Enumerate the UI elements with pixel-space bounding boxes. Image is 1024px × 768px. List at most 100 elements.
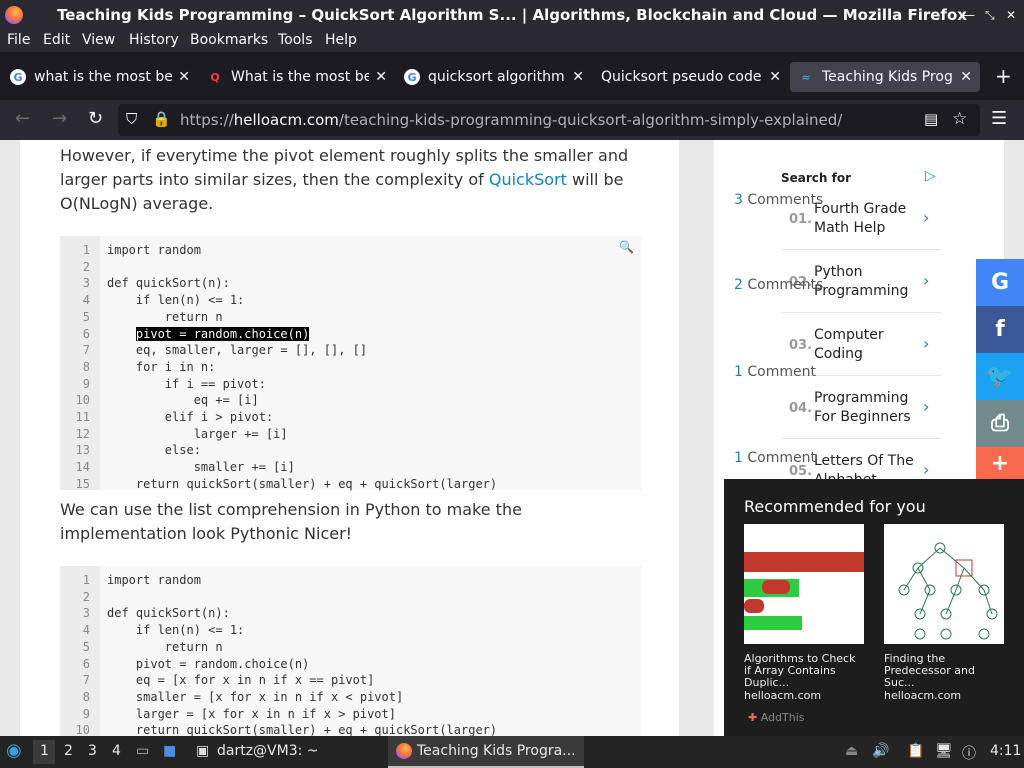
upload-icon[interactable]: ⏏ [845, 743, 858, 759]
close-window-icon[interactable]: ✕ [1006, 8, 1016, 22]
recommended-card-2[interactable]: Finding the Predecessor and Suc... hello… [884, 524, 1004, 702]
code-text: pivot = random.choice(n) [135, 326, 310, 341]
comment-count[interactable]: 3 Comments [734, 192, 823, 208]
code-text: import random [107, 573, 201, 587]
share-facebook-button[interactable]: f [976, 306, 1024, 353]
tab-3[interactable]: G quicksort algorithm f ✕ [404, 62, 584, 92]
clipboard-icon[interactable]: 📋 [907, 743, 924, 759]
code-text: if i == pivot: [107, 376, 266, 391]
card-thumbnail[interactable] [884, 524, 1004, 644]
forward-icon[interactable]: → [52, 108, 67, 129]
reader-view-icon[interactable]: ▤ [924, 110, 938, 128]
tab-2[interactable]: Q What is the most bea ✕ [207, 62, 387, 92]
menu-help[interactable]: Help [325, 32, 357, 48]
code-line: 14 smaller += [i] [60, 459, 295, 476]
clock[interactable]: 4:11 [990, 743, 1021, 759]
tab-5-active[interactable]: ≈ Teaching Kids Progra ✕ [790, 62, 980, 92]
sidebar-item-4[interactable]: 04. Programming For Beginners › [781, 379, 941, 439]
code-line: 2 [60, 259, 90, 276]
menu-file[interactable]: File [7, 32, 30, 48]
comment-count[interactable]: 1 Comment [734, 450, 816, 466]
window-titlebar: Teaching Kids Programming – QuickSort Al… [0, 0, 1024, 30]
card-title[interactable]: Finding the Predecessor and Suc... [884, 653, 1004, 689]
item-label: Programming For Beginners [814, 390, 911, 425]
close-tab-icon[interactable]: ✕ [178, 69, 190, 85]
paragraph-complexity: However, if everytime the pivot element … [60, 146, 629, 213]
close-tab-icon[interactable]: ✕ [769, 69, 781, 85]
display-icon[interactable]: 🖥 [935, 743, 953, 759]
google-icon: G [10, 69, 26, 85]
addthis-label[interactable]: ✚ AddThis [748, 711, 805, 724]
close-tab-icon[interactable]: ✕ [960, 69, 972, 85]
recommended-card-1[interactable]: Algorithms to Check if Array Contains Du… [744, 524, 864, 702]
new-tab-icon[interactable]: + [995, 64, 1012, 88]
menu-tools[interactable]: Tools [278, 32, 313, 48]
line-number: 9 [82, 706, 90, 721]
share-twitter-button[interactable]: 🐦 [976, 353, 1024, 400]
quicksort-link[interactable]: QuickSort [489, 170, 567, 189]
url-bar[interactable]: ⛉ 🔒 https://helloacm.com/teaching-kids-p… [118, 104, 980, 136]
lock-icon[interactable]: 🔒 [152, 110, 171, 128]
item-number: 01. [789, 212, 813, 227]
paragraph-list-comprehension: We can use the list comprehension in Pyt… [60, 500, 522, 543]
more-icon: + [990, 450, 1010, 476]
file-manager-icon[interactable]: ▭ [136, 743, 149, 759]
line-number: 15 [75, 476, 90, 491]
adchoices-icon[interactable]: ▷ [925, 168, 936, 184]
card-title[interactable]: Algorithms to Check if Array Contains Du… [744, 653, 864, 689]
workspace-4[interactable]: 4 [112, 743, 121, 759]
workspace-1[interactable]: 1 [40, 743, 49, 759]
terminal-task[interactable]: dartz@VM3: ~ [217, 743, 319, 759]
back-icon[interactable]: ← [15, 108, 30, 129]
start-menu-icon[interactable]: ◉ [6, 740, 22, 761]
menu-edit[interactable]: Edit [43, 32, 70, 48]
share-more-button[interactable]: + [976, 447, 1024, 479]
tab-4[interactable]: Quicksort pseudo code ✕ [601, 62, 781, 92]
item-label: Letters Of The Alphabet [814, 453, 914, 480]
line-number: 5 [82, 309, 90, 324]
card-thumbnail[interactable] [744, 524, 864, 644]
url-text[interactable]: https://helloacm.com/teaching-kids-progr… [180, 111, 842, 129]
tab-label: What is the most bea [231, 69, 370, 85]
code-line: 1 import random [60, 242, 201, 259]
code-line: 12 larger += [i] [60, 426, 288, 443]
code-line: 1 import random [60, 572, 201, 589]
firefox-task-button[interactable]: Teaching Kids Progra... [388, 736, 584, 768]
code-text: elif i > pivot: [107, 410, 274, 424]
hamburger-menu-icon[interactable]: ☰ [991, 108, 1007, 129]
share-print-button[interactable]: ⎙ [976, 400, 1024, 447]
magnifier-icon[interactable]: 🔍 [619, 240, 634, 254]
tab-1[interactable]: G what is the most bea ✕ [10, 62, 190, 92]
close-tab-icon[interactable]: ✕ [375, 69, 387, 85]
notification-icon[interactable]: ⓘ [962, 743, 976, 763]
code-text: smaller += [i] [107, 460, 295, 475]
line-number: 10 [75, 393, 90, 408]
workspace-3[interactable]: 3 [88, 743, 97, 759]
code-line: 9 larger = [x for x in n if x > pivot] [60, 706, 396, 723]
code-text: return n [107, 639, 223, 654]
tab-label: Teaching Kids Progra [822, 69, 955, 85]
minimize-icon[interactable]: — [963, 8, 975, 22]
code-text: return n [107, 309, 223, 324]
share-google-button[interactable]: G [976, 259, 1024, 306]
comment-count[interactable]: 2 Comments [734, 277, 823, 293]
desktop-icon[interactable]: ■ [163, 743, 176, 759]
tab-label: Quicksort pseudo code [601, 69, 762, 85]
article: However, if everytime the pivot element … [20, 140, 679, 736]
close-tab-icon[interactable]: ✕ [572, 69, 584, 85]
shield-icon[interactable]: ⛉ [126, 110, 137, 128]
bookmark-star-icon[interactable]: ☆ [952, 109, 967, 129]
reload-icon[interactable]: ↻ [88, 108, 103, 129]
chevron-right-icon: › [923, 271, 930, 290]
menu-history[interactable]: History [129, 32, 179, 48]
menu-view[interactable]: View [82, 32, 115, 48]
menu-bookmarks[interactable]: Bookmarks [190, 32, 268, 48]
restore-icon[interactable]: ⤡ [985, 8, 995, 23]
comment-count[interactable]: 1 Comment [734, 364, 816, 380]
workspace-2[interactable]: 2 [64, 743, 73, 759]
firefox-icon [396, 743, 412, 759]
line-number: 4 [82, 623, 90, 638]
code-text: import random [107, 243, 201, 257]
google-icon: G [990, 270, 1010, 295]
volume-icon[interactable]: 🔊 [872, 743, 889, 759]
